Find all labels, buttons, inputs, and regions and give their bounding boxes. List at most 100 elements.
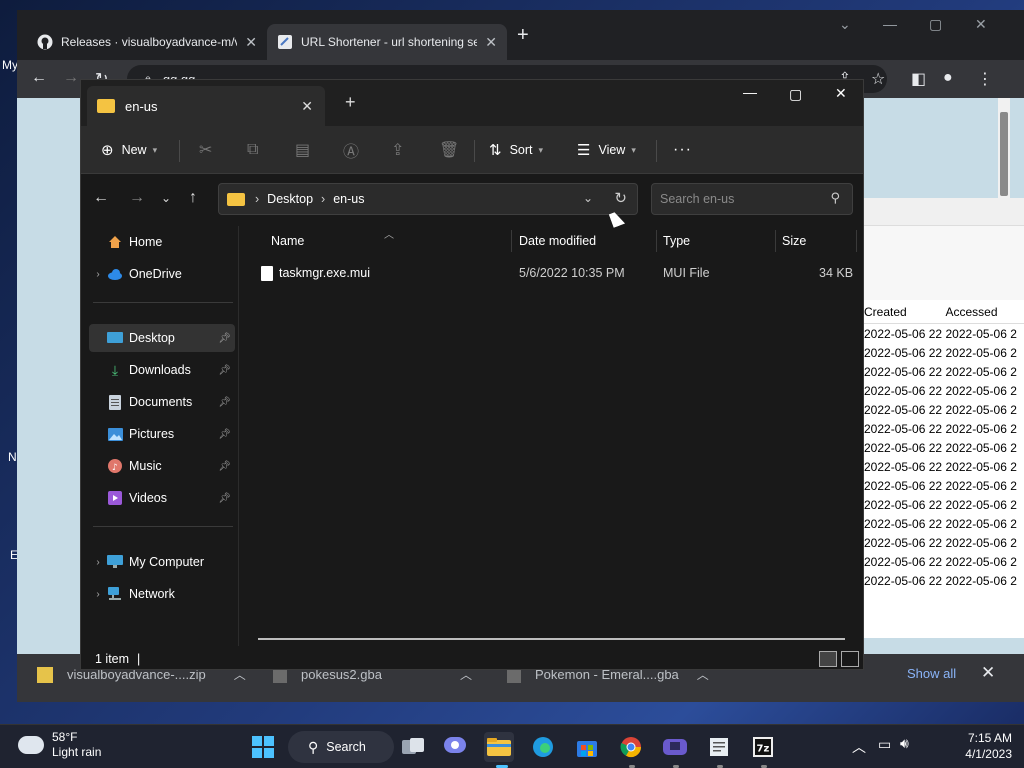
pin-icon[interactable]: 📌︎ (218, 365, 231, 376)
table-row[interactable]: 2022-05-06 22:352022-05-06 2 (861, 571, 1024, 590)
desktop-label[interactable]: My (2, 58, 18, 72)
breadcrumb-chevron-icon[interactable]: › (321, 192, 325, 206)
edge-icon[interactable] (528, 732, 558, 762)
table-row[interactable]: 2022-05-06 22:352022-05-06 2 (861, 362, 1024, 381)
table-row[interactable]: 2022-05-06 22:352022-05-06 2 (861, 552, 1024, 571)
chrome-tab-url-shortener[interactable]: URL Shortener - url shortening service ✕ (267, 24, 507, 60)
horizontal-scrollbar[interactable] (258, 638, 845, 640)
desktop-label[interactable]: N (8, 450, 17, 464)
refresh-icon[interactable]: ↻ (614, 189, 627, 207)
close-icon[interactable]: ✕ (975, 16, 987, 33)
chevron-right-icon[interactable]: › (89, 589, 107, 600)
volume-icon[interactable]: 🔊︎ (900, 735, 909, 752)
chevron-down-icon[interactable]: ⌄ (583, 191, 593, 205)
address-bar[interactable]: › Desktop › en-us ⌄ ↻ (218, 183, 638, 215)
pin-icon[interactable]: 📌︎ (218, 333, 231, 344)
side-panel-icon[interactable]: ◧ (911, 69, 926, 89)
back-arrow-icon[interactable]: ← (31, 69, 47, 87)
table-row[interactable]: 2022-05-06 22:352022-05-06 2 (861, 343, 1024, 362)
table-row[interactable]: 2022-05-06 22:352022-05-06 2 (861, 324, 1024, 343)
forward-arrow-icon[interactable]: → (63, 69, 79, 87)
forward-arrow-icon[interactable]: → (129, 189, 145, 207)
scrollbar-thumb[interactable] (1000, 112, 1008, 196)
column-divider[interactable] (511, 230, 512, 252)
cut-icon[interactable]: ✂ (199, 126, 212, 174)
chrome-icon[interactable] (616, 732, 646, 762)
nav-item-my-computer[interactable]: › My Computer (89, 548, 235, 576)
search-input[interactable]: Search en-us ⚲ (651, 183, 853, 215)
menu-icon[interactable]: ⋮ (977, 69, 993, 89)
sort-button[interactable]: ⇅ Sort ▾ (489, 126, 543, 174)
network-icon[interactable]: ▭ (878, 736, 891, 753)
column-header-type[interactable]: Type (663, 234, 690, 248)
seven-zip-icon[interactable]: 7z (748, 732, 778, 762)
chevron-up-icon[interactable]: ︿ (852, 737, 866, 757)
nav-item-desktop[interactable]: Desktop 📌︎ (89, 324, 235, 352)
explorer-tab[interactable]: en-us ✕ (87, 86, 325, 126)
clock[interactable]: 7:15 AM 4/1/2023 (965, 730, 1012, 762)
column-divider[interactable] (656, 230, 657, 252)
task-view-icon[interactable] (398, 732, 428, 762)
delete-icon[interactable]: 🗑︎ (439, 126, 459, 174)
store-icon[interactable] (572, 732, 602, 762)
close-icon[interactable]: ✕ (301, 98, 313, 115)
pin-icon[interactable]: 📌︎ (218, 429, 231, 440)
breadcrumb-item[interactable]: Desktop (267, 192, 313, 206)
file-explorer-taskbar-icon[interactable] (484, 732, 514, 762)
chevron-right-icon[interactable]: › (89, 557, 107, 568)
nav-item-music[interactable]: ♪ Music 📌︎ (89, 452, 235, 480)
chat-icon[interactable] (440, 732, 470, 762)
chevron-right-icon[interactable]: › (89, 269, 107, 280)
table-row[interactable]: 2022-05-06 22:352022-05-06 2 (861, 381, 1024, 400)
nav-item-network[interactable]: › Network (89, 580, 235, 608)
more-options-button[interactable]: ··· (673, 126, 692, 174)
table-row[interactable]: 2022-05-06 22:352022-05-06 2 (861, 438, 1024, 457)
view-button[interactable]: ☰ View ▾ (577, 126, 636, 174)
nav-item-home[interactable]: Home (89, 228, 235, 256)
minimize-icon[interactable]: — (743, 84, 757, 100)
nav-item-downloads[interactable]: ⤓ Downloads 📌︎ (89, 356, 235, 384)
nav-item-videos[interactable]: Videos 📌︎ (89, 484, 235, 512)
new-tab-button[interactable]: + (517, 24, 529, 47)
pin-icon[interactable]: 📌︎ (218, 493, 231, 504)
close-icon[interactable]: ✕ (485, 34, 497, 51)
share-icon[interactable]: ⇪ (391, 126, 404, 174)
column-header[interactable]: Created (861, 305, 943, 319)
pin-icon[interactable]: 📌︎ (218, 397, 231, 408)
chrome-tab-releases[interactable]: Releases · visualboyadvance-m/visualboya… (27, 24, 267, 60)
file-row[interactable]: taskmgr.exe.mui 5/6/2022 10:35 PM MUI Fi… (241, 264, 863, 284)
chevron-down-icon[interactable]: ⌄ (839, 16, 851, 33)
close-icon[interactable]: ✕ (981, 663, 995, 683)
scrollbar[interactable] (998, 98, 1010, 208)
column-header-name[interactable]: Name (271, 234, 304, 248)
nav-item-pictures[interactable]: Pictures 📌︎ (89, 420, 235, 448)
column-divider[interactable] (856, 230, 857, 252)
up-arrow-icon[interactable]: ↑ (189, 189, 197, 207)
column-header[interactable]: Accessed (943, 305, 1024, 319)
gameboy-emulator-icon[interactable] (660, 732, 690, 762)
back-arrow-icon[interactable]: ← (93, 189, 109, 207)
close-icon[interactable]: ✕ (245, 34, 257, 51)
column-header-size[interactable]: Size (782, 234, 806, 248)
show-all-downloads-link[interactable]: Show all (907, 666, 956, 681)
breadcrumb-item[interactable]: en-us (333, 192, 364, 206)
new-button[interactable]: ⊕ New ▾ (101, 126, 157, 174)
table-row[interactable]: 2022-05-06 22:352022-05-06 2 (861, 495, 1024, 514)
table-row[interactable]: 2022-05-06 22:352022-05-06 2 (861, 514, 1024, 533)
table-row[interactable]: 2022-05-06 22:362022-05-06 2 (861, 419, 1024, 438)
start-button[interactable] (248, 732, 278, 762)
minimize-icon[interactable]: — (883, 16, 897, 32)
column-divider[interactable] (775, 230, 776, 252)
taskbar-search[interactable]: ⚲ Search (288, 731, 394, 763)
table-row[interactable]: 2022-05-06 22:352022-05-06 2 (861, 476, 1024, 495)
weather-widget[interactable]: 58°F Light rain (18, 730, 101, 760)
nav-item-documents[interactable]: Documents 📌︎ (89, 388, 235, 416)
close-icon[interactable]: ✕ (835, 85, 847, 102)
star-icon[interactable]: ☆ (871, 69, 885, 89)
paste-icon[interactable]: ▤ (295, 126, 310, 174)
breadcrumb-chevron-icon[interactable]: › (255, 192, 259, 206)
maximize-icon[interactable]: ▢ (789, 86, 802, 103)
rename-icon[interactable]: Ⓐ (343, 126, 359, 174)
maximize-icon[interactable]: ▢ (929, 16, 942, 33)
table-row[interactable]: 2022-05-06 22:352022-05-06 2 (861, 400, 1024, 419)
